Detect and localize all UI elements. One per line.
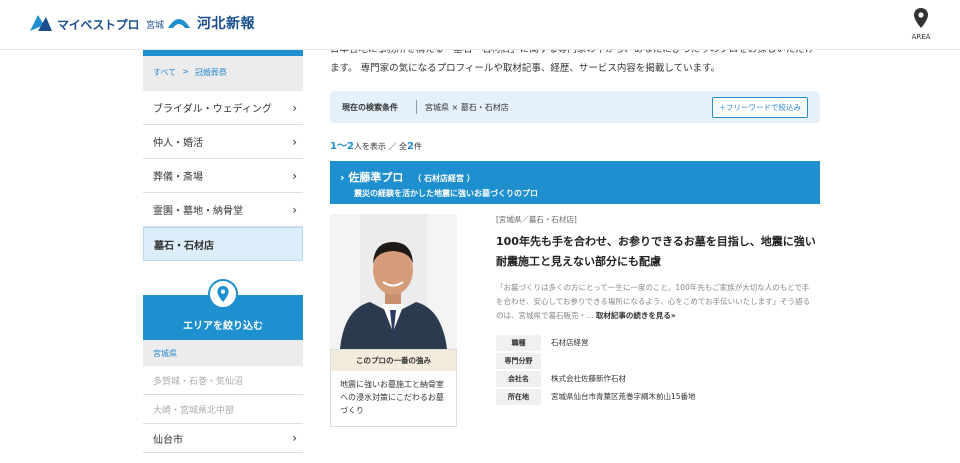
article-title[interactable]: 100年先も手を合わせ、お参りできるお墓を目指し、地震に強い耐震施工と見えない部… bbox=[496, 232, 816, 272]
area-item-label: 仙台市 bbox=[153, 434, 183, 446]
chevron-right-icon: › bbox=[292, 168, 297, 183]
chevron-right-icon: › bbox=[340, 171, 345, 184]
partner-name: 河北新報 bbox=[197, 16, 255, 32]
info-row-occupation: 職種 石材店経営 bbox=[496, 334, 816, 351]
area-button[interactable]: AREA bbox=[906, 8, 936, 41]
search-conditions-label: 現在の検索条件 bbox=[342, 102, 398, 112]
pro-photo-image bbox=[330, 214, 457, 349]
pro-detail: [宮城県／墓石・石材店] 100年先も手を合わせ、お参りできるお墓を目指し、地震… bbox=[496, 214, 816, 323]
sidebar-item-gravestone[interactable]: 墓石・石材店 bbox=[143, 227, 303, 261]
site-header: マイベストプロ 宮城 河北新報 AREA bbox=[0, 0, 960, 50]
info-row-company: 会社名 株式会社佐藤新作石材 bbox=[496, 370, 816, 387]
article-category: [宮城県／墓石・石材店] bbox=[496, 215, 577, 224]
strength-title: このプロの一番の強み bbox=[331, 350, 456, 371]
area-prefecture[interactable]: 宮城県 bbox=[143, 340, 303, 366]
breadcrumb: すべて > 冠婚葬祭 bbox=[143, 56, 303, 91]
area-item-osaki: 大崎・宮城県北中部 bbox=[143, 395, 303, 424]
pro-info-table: 職種 石材店経営 専門分野 会社名 株式会社佐藤新作石材 所在地 宮城県仙台市青… bbox=[496, 334, 816, 406]
kahoku-logo-icon bbox=[168, 19, 190, 28]
area-list: 宮城県 多賀城・石巻・気仙沼 大崎・宮城県北中部 仙台市 › bbox=[143, 340, 303, 453]
area-pin-badge bbox=[208, 279, 238, 309]
article-excerpt: 「お墓づくりは多くの方にとって一生に一度のこと。100年先もご家族が大切な人のも… bbox=[496, 281, 816, 323]
strength-text: 地震に強いお墓施工と納骨室への浸水対策にこだわるお墓づくり bbox=[340, 380, 444, 415]
kahoku-logo[interactable]: 河北新報 bbox=[166, 13, 255, 33]
chevron-right-icon: › bbox=[292, 134, 297, 149]
sidebar-item-label: 葬儀・斎場 bbox=[153, 172, 203, 183]
info-value: 石材店経営 bbox=[551, 338, 589, 347]
sidebar-item-bridal[interactable]: ブライダル・ウェディング › bbox=[143, 91, 303, 125]
area-filter-header: エリアを絞り込む bbox=[143, 279, 303, 340]
info-value: 株式会社佐藤新作石材 bbox=[551, 374, 626, 383]
result-total: 2 bbox=[407, 141, 414, 152]
result-range: 1〜2 bbox=[330, 141, 354, 152]
result-count: 1〜2人を表示 ／ 全2件 bbox=[330, 137, 422, 152]
sidebar-item-matchmaking[interactable]: 仲人・婚活 › bbox=[143, 125, 303, 159]
pro-photo[interactable] bbox=[330, 214, 457, 349]
info-key: 所在地 bbox=[496, 388, 541, 405]
chevron-right-icon: › bbox=[292, 202, 297, 217]
read-more-link[interactable]: 取材記事の続きを見る» bbox=[596, 311, 676, 320]
info-key: 職種 bbox=[496, 334, 541, 351]
divider bbox=[416, 100, 417, 114]
breadcrumb-item-ceremony[interactable]: 冠婚葬祭 bbox=[195, 67, 227, 80]
info-key: 会社名 bbox=[496, 370, 541, 387]
info-key: 専門分野 bbox=[496, 352, 541, 369]
breadcrumb-item-all[interactable]: すべて bbox=[153, 67, 176, 80]
pro-name-line: › 佐藤準プロ （ 石材店経営 ） bbox=[340, 169, 810, 185]
info-row-address: 所在地 宮城県仙台市青葉区荒巻字綱木前山15番地 bbox=[496, 388, 816, 405]
brand-region: 宮城 bbox=[146, 20, 165, 31]
pro-card-header[interactable]: › 佐藤準プロ （ 石材店経営 ） 震災の経験を活かした地震に強いお墓づくりのプ… bbox=[330, 161, 820, 204]
area-item-label: 多賀城・石巻・気仙沼 bbox=[153, 376, 244, 387]
mybestpro-logo[interactable]: マイベストプロ 宮城 bbox=[30, 13, 164, 35]
pro-strength-box: このプロの一番の強み 地震に強いお墓施工と納骨室への浸水対策にこだわるお墓づくり bbox=[330, 349, 457, 427]
area-item-sendai[interactable]: 仙台市 › bbox=[143, 424, 303, 453]
mybestpro-logo-icon bbox=[30, 15, 52, 31]
sidebar-item-label: 墓石・石材店 bbox=[154, 240, 214, 252]
chevron-right-icon: › bbox=[292, 100, 297, 115]
search-conditions: 現在の検索条件 宮城県 × 墓石・石材店 ＋フリーワードで絞込み bbox=[330, 91, 820, 123]
area-filter-title: エリアを絞り込む bbox=[183, 321, 263, 332]
pro-catchphrase: 震災の経験を活かした地震に強いお墓づくりのプロ bbox=[354, 189, 538, 198]
chevron-right-icon: › bbox=[292, 431, 297, 445]
sidebar-item-label: 霊園・墓地・納骨堂 bbox=[153, 206, 243, 217]
map-pin-icon bbox=[914, 8, 928, 28]
pro-occupation-tag: （ 石材店経営 ） bbox=[413, 174, 475, 183]
area-label: AREA bbox=[911, 33, 931, 41]
freeword-filter-button[interactable]: ＋フリーワードで絞込み bbox=[711, 96, 808, 118]
chevron-right-icon: > bbox=[182, 67, 189, 76]
search-conditions-value: 宮城県 × 墓石・石材店 bbox=[425, 102, 509, 112]
area-item-label: 大崎・宮城県北中部 bbox=[153, 405, 235, 416]
area-item-tagajo: 多賀城・石巻・気仙沼 bbox=[143, 366, 303, 395]
sidebar-item-funeral[interactable]: 葬儀・斎場 › bbox=[143, 159, 303, 193]
info-row-specialty: 専門分野 bbox=[496, 352, 816, 369]
sidebar-item-label: ブライダル・ウェディング bbox=[153, 104, 272, 115]
result-shown-suffix: 人を表示 ／ 全 bbox=[353, 142, 408, 151]
map-pin-icon bbox=[217, 286, 229, 302]
brand-name: マイベストプロ bbox=[57, 17, 140, 32]
result-total-suffix: 件 bbox=[413, 142, 422, 151]
info-value: 宮城県仙台市青葉区荒巻字綱木前山15番地 bbox=[551, 392, 696, 401]
pro-name[interactable]: 佐藤準プロ bbox=[348, 171, 403, 184]
sidebar: すべて > 冠婚葬祭 ブライダル・ウェディング › 仲人・婚活 › 葬儀・斎場 … bbox=[143, 50, 303, 453]
sidebar-item-cemetery[interactable]: 霊園・墓地・納骨堂 › bbox=[143, 193, 303, 227]
sidebar-item-label: 仲人・婚活 bbox=[153, 138, 203, 149]
